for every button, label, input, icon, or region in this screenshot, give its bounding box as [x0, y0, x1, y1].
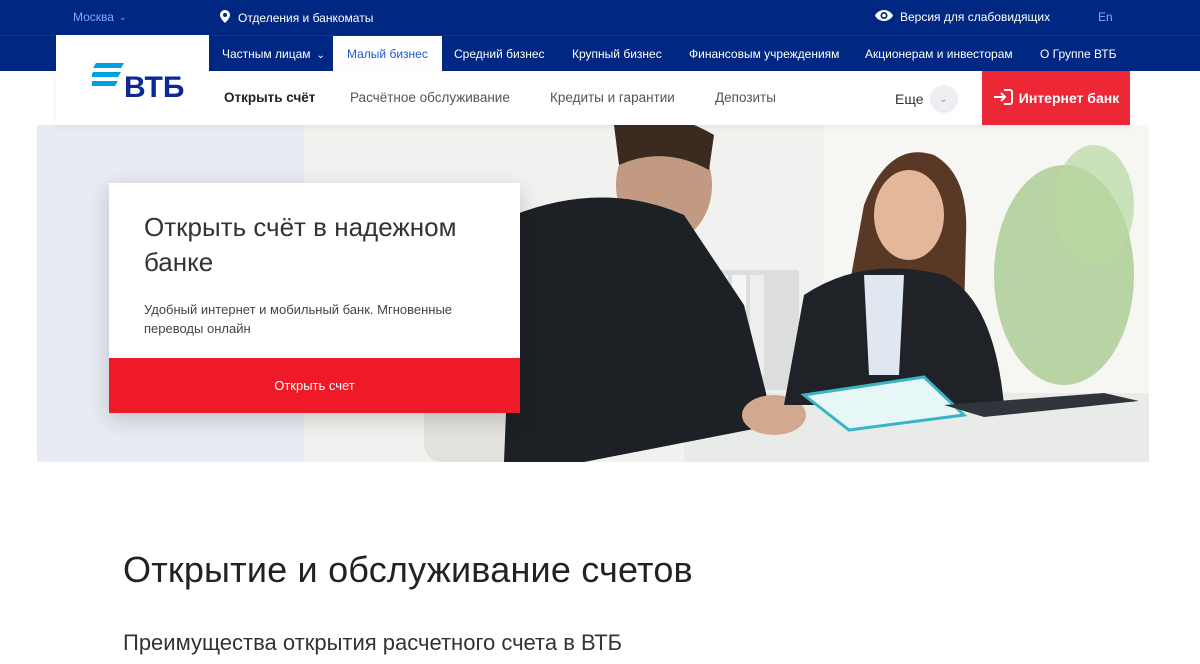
more-label: Еще [895, 91, 924, 107]
segment-large-business[interactable]: Крупный бизнес [572, 36, 662, 72]
branches-link[interactable]: Отделения и банкоматы [220, 10, 373, 26]
chevron-down-icon: ⌄ [118, 11, 127, 22]
segment-label: Крупный бизнес [572, 47, 662, 61]
segment-label: О Группе ВТБ [1040, 47, 1117, 61]
eye-icon [875, 10, 893, 24]
sub-nav: Открыть счёт Расчётное обслуживание Кред… [56, 71, 1130, 125]
city-label: Москва [73, 10, 114, 24]
subnav-settlement-service[interactable]: Расчётное обслуживание [350, 90, 510, 105]
chevron-down-icon: ⌄ [316, 50, 325, 61]
subnav-open-account[interactable]: Открыть счёт [224, 90, 315, 105]
hero-card: Открыть счёт в надежном банке Удобный ин… [109, 183, 520, 413]
segment-shareholders[interactable]: Акционерам и инвесторам [865, 36, 1013, 72]
login-arrow-icon [993, 88, 1013, 108]
segment-private[interactable]: Частным лицам ⌄ [222, 36, 325, 72]
subnav-deposits[interactable]: Депозиты [715, 90, 776, 105]
section-heading: Открытие и обслуживание счетов [123, 549, 693, 590]
segment-financial-institutions[interactable]: Финансовым учреждениям [689, 36, 839, 72]
segment-label: Средний бизнес [454, 47, 545, 61]
chevron-down-icon: ⌄ [929, 85, 958, 113]
city-selector[interactable]: Москва ⌄ [73, 10, 127, 24]
vtb-logo[interactable]: ВТБ [56, 35, 209, 125]
segment-small-business[interactable]: Малый бизнес [333, 36, 442, 72]
language-switch[interactable]: En [1098, 10, 1113, 24]
segment-label: Малый бизнес [347, 47, 428, 61]
vtb-logo-mark: ВТБ [92, 63, 184, 99]
accessible-version-link[interactable]: Версия для слабовидящих [875, 10, 1050, 24]
segment-about-group[interactable]: О Группе ВТБ [1040, 36, 1116, 72]
branches-label: Отделения и банкоматы [238, 11, 374, 25]
logo-text: ВТБ [124, 71, 184, 99]
segment-medium-business[interactable]: Средний бизнес [454, 36, 545, 72]
subnav-credits-guarantees[interactable]: Кредиты и гарантии [550, 90, 675, 105]
internet-bank-button[interactable]: Интернет банк [982, 71, 1130, 125]
segment-label: Финансовым учреждениям [689, 47, 840, 61]
internet-bank-label: Интернет банк [1018, 90, 1120, 106]
location-pin-icon [220, 10, 230, 26]
segment-label: Частным лицам [222, 47, 311, 61]
top-utility-bar: Москва ⌄ Отделения и банкоматы Версия дл… [0, 0, 1200, 35]
accessible-label: Версия для слабовидящих [900, 10, 1051, 24]
hero-title: Открыть счёт в надежном банке [144, 212, 457, 277]
more-menu[interactable]: Еще ⌄ [895, 85, 958, 113]
open-account-button[interactable]: Открыть счет [109, 358, 520, 413]
hero-description: Удобный интернет и мобильный банк. Мгнов… [144, 302, 453, 336]
segment-label: Акционерам и инвесторам [865, 47, 1013, 61]
section-subheading: Преимущества открытия расчетного счета в… [123, 630, 623, 655]
